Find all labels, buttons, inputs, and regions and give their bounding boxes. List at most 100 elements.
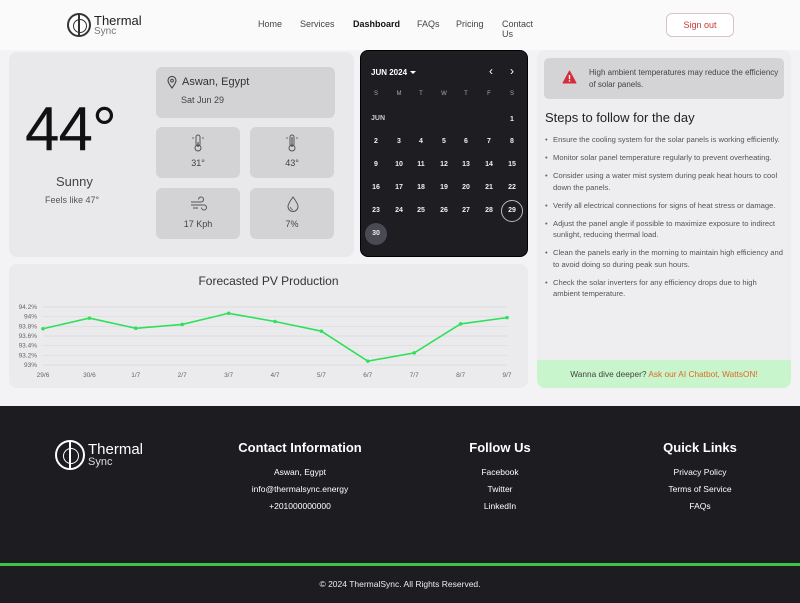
contact-address: Aswan, Egypt: [274, 467, 326, 477]
data-point[interactable]: [180, 322, 184, 327]
calendar-day[interactable]: 2: [365, 131, 387, 153]
calendar: JUN 2024 ‹ › JUN S M T W T F S 1 2 3 4 5 6 7 8 9 10 11 12 1…: [360, 50, 528, 257]
calendar-day[interactable]: 13: [455, 154, 477, 176]
nav-link-contact[interactable]: Contact Us: [502, 19, 533, 39]
footer-logo[interactable]: Thermal Sync: [55, 440, 143, 470]
nav-link-services[interactable]: Services: [300, 19, 335, 29]
calendar-day[interactable]: 15: [501, 154, 523, 176]
calendar-day[interactable]: 9: [365, 154, 387, 176]
alert-text: High ambient temperatures may reduce the…: [589, 68, 779, 89]
terms-link[interactable]: Terms of Service: [650, 481, 750, 498]
y-tick-label: 94%: [24, 314, 37, 321]
data-point[interactable]: [412, 351, 417, 355]
calendar-day[interactable]: 18: [410, 177, 432, 199]
steps-list: Ensure the cooling system for the solar …: [545, 134, 785, 306]
weekday-label: M: [396, 91, 402, 97]
chatbot-link[interactable]: Ask our AI Chatbot, WattsON!: [648, 369, 757, 379]
x-tick-label: 4/7: [270, 372, 279, 379]
calendar-day[interactable]: 5: [433, 131, 455, 153]
calendar-day[interactable]: 29: [501, 200, 523, 222]
nav-link-faqs[interactable]: FAQs: [417, 19, 440, 29]
warning-icon: [562, 70, 577, 84]
data-point[interactable]: [458, 322, 463, 326]
data-point[interactable]: [366, 359, 370, 363]
calendar-month-select[interactable]: JUN 2024: [371, 68, 417, 77]
calendar-day[interactable]: 12: [433, 154, 455, 176]
calendar-day[interactable]: 22: [501, 177, 523, 199]
calendar-day[interactable]: 23: [365, 200, 387, 222]
calendar-day[interactable]: 21: [478, 177, 500, 199]
weekday-label: S: [373, 91, 378, 97]
contact-email[interactable]: info@thermalsync.energy: [229, 481, 371, 498]
chevron-left-icon[interactable]: ‹: [489, 65, 493, 77]
follow-us: Follow Us Facebook Twitter LinkedIn: [460, 440, 540, 515]
calendar-day[interactable]: 4: [410, 131, 432, 153]
data-point[interactable]: [87, 316, 92, 320]
calendar-day[interactable]: 1: [501, 109, 523, 131]
nav-link-home[interactable]: Home: [258, 19, 282, 29]
weekday-label: F: [487, 91, 491, 97]
humidity-tile: 7%: [250, 188, 334, 239]
calendar-day[interactable]: 27: [455, 200, 477, 222]
calendar-day[interactable]: 28: [478, 200, 500, 222]
calendar-day[interactable]: 3: [388, 131, 410, 153]
nav-link-dashboard[interactable]: Dashboard: [353, 19, 400, 29]
calendar-day[interactable]: 26: [433, 200, 455, 222]
data-point[interactable]: [319, 329, 324, 333]
calendar-day[interactable]: 17: [388, 177, 410, 199]
linkedin-link[interactable]: LinkedIn: [460, 498, 540, 515]
data-point[interactable]: [273, 319, 277, 324]
thermometer-low-icon: [192, 134, 204, 152]
chatbot-prefix: Wanna dive deeper?: [570, 369, 649, 379]
alert-banner: High ambient temperatures may reduce the…: [544, 58, 784, 99]
footer: Thermal Sync Contact Information Aswan, …: [0, 406, 800, 603]
facebook-link[interactable]: Facebook: [460, 464, 540, 481]
twitter-link[interactable]: Twitter: [460, 481, 540, 498]
calendar-day[interactable]: 10: [388, 154, 410, 176]
contact-phone[interactable]: +201000000000: [229, 498, 371, 515]
x-tick-label: 5/7: [317, 372, 326, 379]
data-point[interactable]: [134, 326, 138, 331]
faqs-link[interactable]: FAQs: [650, 498, 750, 515]
calendar-day[interactable]: 14: [478, 154, 500, 176]
calendar-day[interactable]: 25: [410, 200, 432, 222]
privacy-policy-link[interactable]: Privacy Policy: [650, 464, 750, 481]
x-tick-label: 6/7: [363, 372, 372, 379]
calendar-day[interactable]: 7: [478, 131, 500, 153]
x-tick-label: 29/6: [37, 372, 50, 379]
wind-value: 17 Kph: [183, 219, 213, 229]
x-tick-label: 30/6: [83, 372, 96, 379]
calendar-day[interactable]: 30: [365, 223, 387, 245]
logo-title: Thermal: [94, 12, 142, 28]
contact-info: Contact Information Aswan, Egypt info@th…: [229, 440, 371, 515]
calendar-day[interactable]: 6: [455, 131, 477, 153]
y-tick-label: 93.8%: [19, 323, 38, 330]
x-tick-label: 7/7: [410, 372, 419, 379]
calendar-day[interactable]: 24: [388, 200, 410, 222]
calendar-day[interactable]: 19: [433, 177, 455, 199]
logo-subtitle: Sync: [94, 25, 117, 37]
min-temp-tile: 31°: [156, 127, 240, 178]
location-pin-icon: [167, 76, 177, 89]
calendar-day[interactable]: 20: [455, 177, 477, 199]
max-temp-value: 43°: [285, 158, 299, 168]
footer-logo-title: Thermal: [88, 441, 144, 458]
chevron-right-icon[interactable]: ›: [510, 65, 514, 77]
location-date: Sat Jun 29: [181, 95, 225, 105]
sign-out-button[interactable]: Sign out: [666, 13, 734, 37]
follow-title: Follow Us: [469, 440, 531, 455]
weekday-label: W: [441, 91, 447, 97]
calendar-day[interactable]: 16: [365, 177, 387, 199]
calendar-day[interactable]: 11: [410, 154, 432, 176]
nav-link-pricing[interactable]: Pricing: [456, 19, 484, 29]
data-point[interactable]: [226, 311, 231, 316]
list-item: Adjust the panel angle if possible to ma…: [545, 218, 785, 241]
data-point[interactable]: [505, 315, 509, 320]
x-tick-label: 2/7: [178, 372, 187, 379]
quick-links-title: Quick Links: [663, 440, 737, 455]
logo[interactable]: Thermal Sync: [67, 12, 142, 38]
list-item: Ensure the cooling system for the solar …: [545, 134, 785, 146]
data-point[interactable]: [41, 326, 45, 331]
list-item: Clean the panels early in the morning to…: [545, 247, 785, 270]
calendar-day[interactable]: 8: [501, 131, 523, 153]
